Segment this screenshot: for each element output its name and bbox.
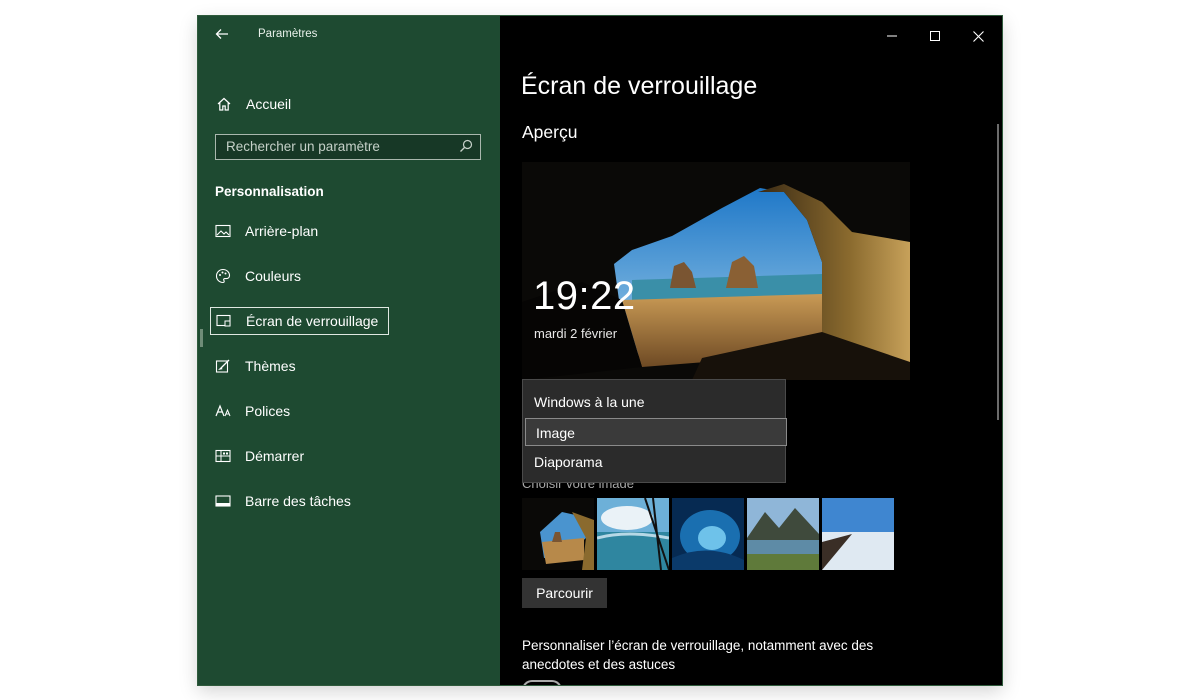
- close-icon: [972, 30, 984, 42]
- picture-icon: [214, 222, 232, 240]
- search-input[interactable]: [216, 135, 456, 158]
- close-button[interactable]: [965, 26, 991, 46]
- sidebar-item-couleurs[interactable]: Couleurs: [210, 262, 311, 290]
- minimize-icon: [887, 35, 897, 37]
- back-button[interactable]: [212, 26, 232, 46]
- sidebar-item-label: Démarrer: [245, 448, 305, 464]
- cave-beach-image: [522, 162, 910, 380]
- sidebar-item-label: Polices: [245, 403, 291, 419]
- selection-indicator: [200, 329, 203, 347]
- main-content: Écran de verrouillage Aperçu 19:22 mardi…: [500, 16, 1002, 685]
- fun-facts-description: Personnaliser l’écran de verrouillage, n…: [522, 638, 874, 672]
- dropdown-option-slideshow[interactable]: Diaporama: [524, 448, 784, 476]
- sidebar-item-label: Arrière-plan: [245, 223, 319, 239]
- fun-facts-toggle[interactable]: [522, 680, 562, 685]
- thumbnail-salt-flat[interactable]: [822, 498, 894, 570]
- sidebar-item-label: Écran de verrouillage: [246, 313, 379, 329]
- thumbnail-cave-beach[interactable]: [522, 498, 594, 570]
- dropdown-option-spotlight[interactable]: Windows à la une: [524, 388, 784, 416]
- sidebar-item-label: Couleurs: [245, 268, 302, 284]
- lock-screen-preview: 19:22 mardi 2 février: [522, 162, 910, 380]
- sidebar-item-polices[interactable]: Polices: [210, 397, 300, 425]
- thumbnail-ice-cave[interactable]: [672, 498, 744, 570]
- thumbnail-kite-sea[interactable]: [597, 498, 669, 570]
- maximize-icon: [930, 31, 940, 41]
- minimize-button[interactable]: [879, 26, 905, 46]
- page-title: Écran de verrouillage: [521, 72, 758, 100]
- preview-heading: Aperçu: [522, 122, 578, 142]
- lock-date: mardi 2 février: [534, 326, 618, 341]
- maximize-button[interactable]: [922, 26, 948, 46]
- dropdown-option-image[interactable]: Image: [525, 418, 787, 446]
- home-label: Accueil: [246, 96, 292, 112]
- home-icon: [217, 97, 231, 111]
- sidebar-item-arriere-plan[interactable]: Arrière-plan: [210, 217, 328, 245]
- arrow-left-icon: [215, 29, 228, 39]
- lock-screen-icon: [215, 312, 233, 330]
- thumbnail-mountain-lake[interactable]: [747, 498, 819, 570]
- brush-icon: [214, 357, 232, 375]
- sidebar-item-label: Thèmes: [245, 358, 296, 374]
- home-link[interactable]: Accueil: [216, 93, 291, 115]
- titlebar: Paramètres: [198, 16, 500, 56]
- start-grid-icon: [214, 447, 232, 465]
- browse-button[interactable]: Parcourir: [522, 578, 607, 608]
- palette-icon: [214, 267, 232, 285]
- background-dropdown-list[interactable]: Windows à la une Image Diaporama: [522, 379, 787, 483]
- settings-window: Paramètres Accueil Personnalisation Arri…: [198, 16, 1002, 685]
- section-title: Personnalisation: [215, 184, 324, 199]
- taskbar-icon: [214, 492, 232, 510]
- sidebar-item-themes[interactable]: Thèmes: [210, 352, 306, 380]
- sidebar-item-barre-des-taches[interactable]: Barre des tâches: [210, 487, 361, 515]
- search-icon[interactable]: [459, 139, 473, 153]
- sidebar: Paramètres Accueil Personnalisation Arri…: [198, 16, 500, 685]
- search-box[interactable]: [215, 134, 481, 160]
- app-title: Paramètres: [258, 28, 318, 40]
- font-icon: [214, 402, 232, 420]
- sidebar-item-demarrer[interactable]: Démarrer: [210, 442, 314, 470]
- sidebar-item-label: Barre des tâches: [245, 493, 351, 509]
- scrollbar[interactable]: [997, 124, 999, 420]
- sidebar-item-ecran-de-verrouillage[interactable]: Écran de verrouillage: [210, 307, 390, 335]
- lock-clock: 19:22: [533, 274, 636, 318]
